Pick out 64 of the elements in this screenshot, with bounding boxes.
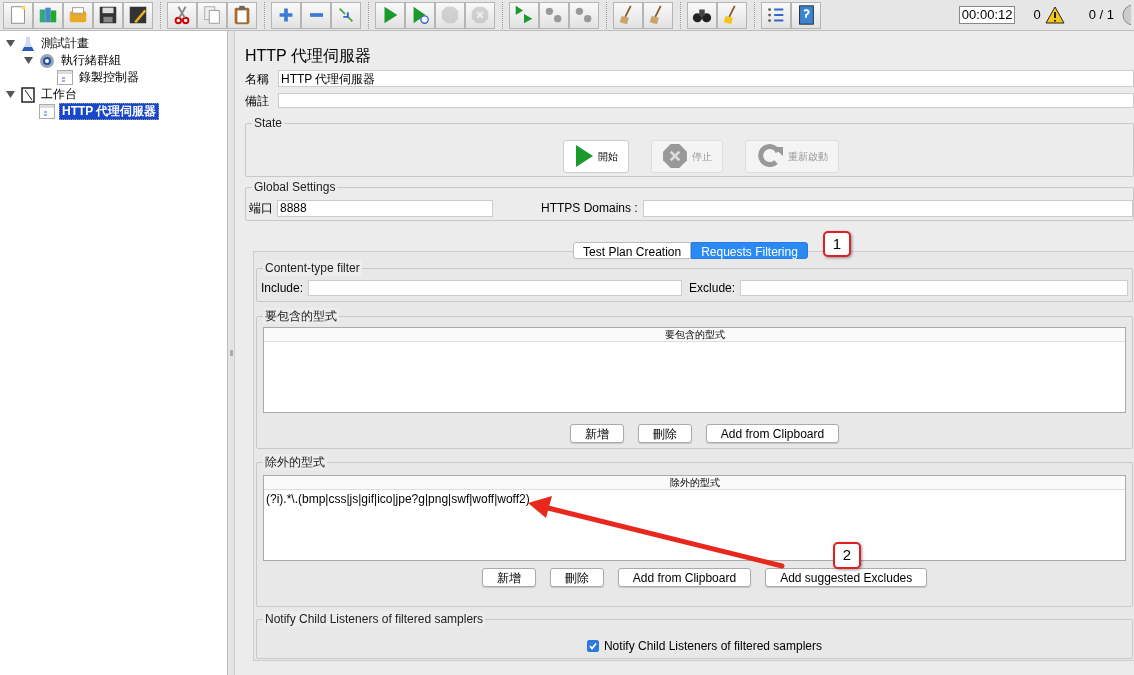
thread-count: 0 / 1 [1088, 6, 1114, 25]
expander-icon[interactable] [6, 39, 15, 48]
gear-icon [39, 52, 55, 69]
section-title: Notify Child Listeners of filtered samplers [263, 611, 486, 627]
field-label: Include: [261, 280, 304, 297]
table-cell[interactable]: (?i).*\.(bmp|css|js|gif|ico|jpe?g|png|swf|woff|woff2) [264, 490, 1125, 508]
octagon-icon [662, 143, 688, 169]
expander-icon[interactable] [24, 56, 33, 65]
window-icon [39, 104, 55, 119]
port-field[interactable]: 8888 [277, 199, 493, 217]
tree-item[interactable]: 執行緒群組 [59, 53, 123, 68]
state-button[interactable]: 開始 [563, 139, 629, 173]
action-button[interactable]: Add from Clipboard [705, 424, 840, 443]
flask-icon [21, 35, 35, 52]
name-field[interactable]: HTTP 代理伺服器 [278, 70, 1134, 87]
action-button[interactable]: 刪除 [549, 568, 604, 587]
tree-item[interactable]: 測試計畫 [39, 36, 91, 51]
section-title: 除外的型式 [263, 454, 327, 470]
action-button[interactable]: Add suggested Excludes [765, 568, 928, 587]
tab[interactable]: Test Plan Creation [573, 242, 692, 259]
octagon-icon [469, 4, 491, 26]
action-button[interactable]: 刪除 [637, 424, 692, 443]
field-label: HTTPS Domains : [541, 200, 638, 217]
elapsed-time: 00:00:12 [958, 6, 1016, 24]
toolbar-button[interactable] [791, 1, 821, 29]
notepad-icon [21, 86, 35, 103]
toolbar-button[interactable] [687, 1, 717, 29]
checkbox-label: Notify Child Listeners of filtered samplers [603, 638, 823, 655]
tree-item[interactable]: HTTP 代理伺服器 [59, 103, 160, 120]
column-header: 除外的型式 [264, 476, 1125, 490]
action-button[interactable]: 新增 [481, 568, 536, 587]
section-title: 要包含的型式 [263, 308, 339, 324]
toolbar-button[interactable] [123, 1, 153, 29]
section-title: Content-type filter [263, 260, 362, 276]
section-title: Global Settings [252, 179, 338, 195]
checkbox[interactable] [586, 640, 599, 652]
stop-sign-icon [439, 4, 461, 26]
expander-icon[interactable] [6, 90, 15, 99]
tree-item[interactable]: 錄製控制器 [77, 70, 141, 85]
field-label: 備註 [245, 92, 270, 110]
callout-badge: 2 [833, 542, 861, 569]
field-label: 端口 [249, 200, 273, 217]
comment-field[interactable] [278, 93, 1134, 108]
minus-icon [309, 13, 323, 17]
field-label: Exclude: [689, 280, 736, 297]
window-icon [57, 70, 73, 85]
action-button[interactable]: 新增 [569, 424, 624, 443]
column-header: 要包含的型式 [264, 328, 1125, 342]
warning-icon [1044, 6, 1065, 24]
circular-arrow-icon [756, 144, 784, 168]
toolbar-button[interactable] [93, 1, 123, 29]
https-domains-field[interactable] [642, 199, 1133, 217]
tree-item[interactable]: 工作台 [39, 87, 79, 102]
warning-count: 0 [1033, 6, 1041, 25]
pencil-icon [127, 4, 149, 26]
include-field[interactable] [308, 280, 683, 296]
play-icon [574, 144, 594, 168]
field-label: 名稱 [245, 70, 270, 88]
copy-icon [201, 4, 223, 26]
exclude-field[interactable] [740, 280, 1128, 296]
callout-badge: 1 [823, 231, 851, 257]
panel-title: HTTP 代理伺服器 [245, 46, 372, 66]
double-play-icon [513, 4, 535, 26]
action-button[interactable]: Add from Clipboard [617, 568, 752, 587]
